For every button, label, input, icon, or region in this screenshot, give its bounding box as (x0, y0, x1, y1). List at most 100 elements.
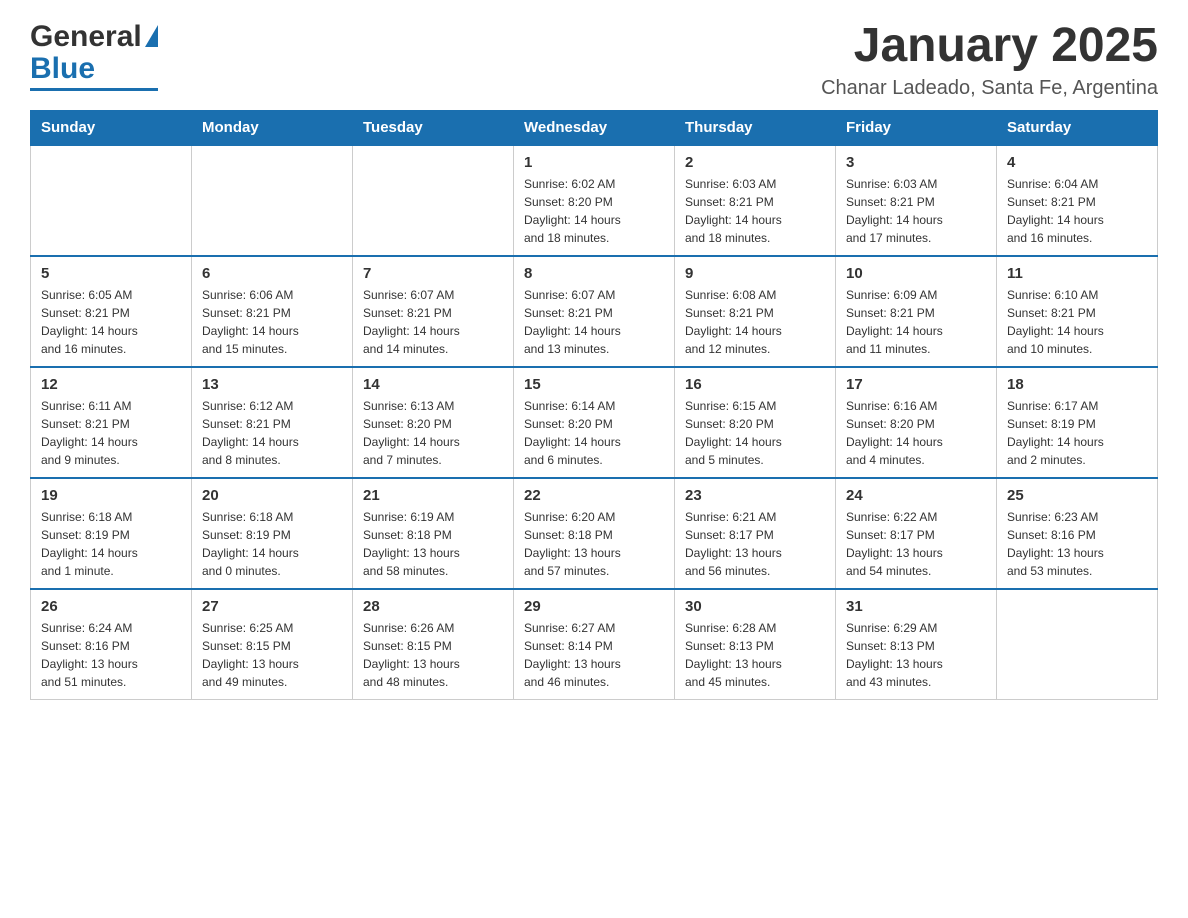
day-info: Sunrise: 6:27 AMSunset: 8:14 PMDaylight:… (524, 619, 664, 691)
calendar-cell: 29 Sunrise: 6:27 AMSunset: 8:14 PMDayligh… (514, 589, 675, 700)
day-number: 16 (685, 376, 825, 393)
calendar-header-row: SundayMondayTuesdayWednesdayThursdayFrid… (31, 110, 1158, 145)
col-header-friday: Friday (836, 110, 997, 145)
logo-graphic: General Blue (30, 20, 158, 91)
calendar-table: SundayMondayTuesdayWednesdayThursdayFrid… (30, 110, 1158, 700)
day-info: Sunrise: 6:19 AMSunset: 8:18 PMDaylight:… (363, 508, 503, 580)
day-info: Sunrise: 6:06 AMSunset: 8:21 PMDaylight:… (202, 286, 342, 358)
col-header-thursday: Thursday (675, 110, 836, 145)
day-info: Sunrise: 6:07 AMSunset: 8:21 PMDaylight:… (363, 286, 503, 358)
page-header: General Blue January 2025 Chanar Ladeado… (30, 20, 1158, 100)
calendar-cell (192, 145, 353, 256)
calendar-cell: 3Sunrise: 6:03 AMSunset: 8:21 PMDaylight… (836, 145, 997, 256)
day-info: Sunrise: 6:24 AMSunset: 8:16 PMDaylight:… (41, 619, 181, 691)
calendar-cell: 24Sunrise: 6:22 AMSunset: 8:17 PMDayligh… (836, 478, 997, 589)
day-number: 18 (1007, 376, 1147, 393)
calendar-cell: 25 Sunrise: 6:23 AMSunset: 8:16 PMDayligh… (997, 478, 1158, 589)
calendar-cell: 12 Sunrise: 6:11 AMSunset: 8:21 PMDayligh… (31, 367, 192, 478)
day-number: 28 (363, 598, 503, 615)
calendar-cell: 18 Sunrise: 6:17 AMSunset: 8:19 PMDayligh… (997, 367, 1158, 478)
day-info: Sunrise: 6:08 AMSunset: 8:21 PMDaylight:… (685, 286, 825, 358)
calendar-cell: 16 Sunrise: 6:15 AMSunset: 8:20 PMDayligh… (675, 367, 836, 478)
logo: General Blue (30, 20, 158, 91)
day-info: Sunrise: 6:15 AMSunset: 8:20 PMDaylight:… (685, 397, 825, 469)
calendar-cell: 2Sunrise: 6:03 AMSunset: 8:21 PMDaylight… (675, 145, 836, 256)
calendar-cell: 20Sunrise: 6:18 AMSunset: 8:19 PMDayligh… (192, 478, 353, 589)
logo-underline (30, 88, 158, 91)
day-info: Sunrise: 6:10 AMSunset: 8:21 PMDaylight:… (1007, 286, 1147, 358)
calendar-week-3: 12 Sunrise: 6:11 AMSunset: 8:21 PMDayligh… (31, 367, 1158, 478)
day-number: 14 (363, 376, 503, 393)
calendar-cell: 7 Sunrise: 6:07 AMSunset: 8:21 PMDaylight… (353, 256, 514, 367)
day-number: 7 (363, 265, 503, 282)
calendar-cell (997, 589, 1158, 700)
day-info: Sunrise: 6:13 AMSunset: 8:20 PMDaylight:… (363, 397, 503, 469)
day-number: 6 (202, 265, 342, 282)
calendar-cell: 11Sunrise: 6:10 AMSunset: 8:21 PMDayligh… (997, 256, 1158, 367)
calendar-cell: 30 Sunrise: 6:28 AMSunset: 8:13 PMDayligh… (675, 589, 836, 700)
day-number: 13 (202, 376, 342, 393)
day-info: Sunrise: 6:17 AMSunset: 8:19 PMDaylight:… (1007, 397, 1147, 469)
day-number: 25 (1007, 487, 1147, 504)
calendar-cell: 19 Sunrise: 6:18 AMSunset: 8:19 PMDayligh… (31, 478, 192, 589)
day-info: Sunrise: 6:29 AMSunset: 8:13 PMDaylight:… (846, 619, 986, 691)
day-number: 24 (846, 487, 986, 504)
day-info: Sunrise: 6:23 AMSunset: 8:16 PMDaylight:… (1007, 508, 1147, 580)
day-number: 9 (685, 265, 825, 282)
col-header-wednesday: Wednesday (514, 110, 675, 145)
day-info: Sunrise: 6:12 AMSunset: 8:21 PMDaylight:… (202, 397, 342, 469)
calendar-cell: 6 Sunrise: 6:06 AMSunset: 8:21 PMDaylight… (192, 256, 353, 367)
day-info: Sunrise: 6:11 AMSunset: 8:21 PMDaylight:… (41, 397, 181, 469)
logo-general-text: General (30, 20, 142, 54)
calendar-cell: 14 Sunrise: 6:13 AMSunset: 8:20 PMDayligh… (353, 367, 514, 478)
day-info: Sunrise: 6:20 AMSunset: 8:18 PMDaylight:… (524, 508, 664, 580)
day-info: Sunrise: 6:03 AMSunset: 8:21 PMDaylight:… (685, 175, 825, 247)
day-number: 19 (41, 487, 181, 504)
day-number: 12 (41, 376, 181, 393)
day-info: Sunrise: 6:28 AMSunset: 8:13 PMDaylight:… (685, 619, 825, 691)
col-header-monday: Monday (192, 110, 353, 145)
day-number: 22 (524, 487, 664, 504)
day-info: Sunrise: 6:18 AMSunset: 8:19 PMDaylight:… (41, 508, 181, 580)
calendar-cell: 31 Sunrise: 6:29 AMSunset: 8:13 PMDayligh… (836, 589, 997, 700)
calendar-cell: 4Sunrise: 6:04 AMSunset: 8:21 PMDaylight… (997, 145, 1158, 256)
calendar-cell: 13 Sunrise: 6:12 AMSunset: 8:21 PMDayligh… (192, 367, 353, 478)
day-info: Sunrise: 6:09 AMSunset: 8:21 PMDaylight:… (846, 286, 986, 358)
day-info: Sunrise: 6:03 AMSunset: 8:21 PMDaylight:… (846, 175, 986, 247)
day-number: 10 (846, 265, 986, 282)
day-info: Sunrise: 6:21 AMSunset: 8:17 PMDaylight:… (685, 508, 825, 580)
day-info: Sunrise: 6:16 AMSunset: 8:20 PMDaylight:… (846, 397, 986, 469)
calendar-week-4: 19 Sunrise: 6:18 AMSunset: 8:19 PMDayligh… (31, 478, 1158, 589)
calendar-cell: 26 Sunrise: 6:24 AMSunset: 8:16 PMDayligh… (31, 589, 192, 700)
day-number: 27 (202, 598, 342, 615)
day-number: 15 (524, 376, 664, 393)
day-number: 29 (524, 598, 664, 615)
day-info: Sunrise: 6:04 AMSunset: 8:21 PMDaylight:… (1007, 175, 1147, 247)
calendar-cell: 28 Sunrise: 6:26 AMSunset: 8:15 PMDayligh… (353, 589, 514, 700)
day-number: 5 (41, 265, 181, 282)
calendar-cell: 1Sunrise: 6:02 AMSunset: 8:20 PMDaylight… (514, 145, 675, 256)
day-info: Sunrise: 6:18 AMSunset: 8:19 PMDaylight:… (202, 508, 342, 580)
day-info: Sunrise: 6:02 AMSunset: 8:20 PMDaylight:… (524, 175, 664, 247)
calendar-cell: 23 Sunrise: 6:21 AMSunset: 8:17 PMDayligh… (675, 478, 836, 589)
col-header-tuesday: Tuesday (353, 110, 514, 145)
day-number: 21 (363, 487, 503, 504)
calendar-week-2: 5Sunrise: 6:05 AMSunset: 8:21 PMDaylight… (31, 256, 1158, 367)
calendar-cell: 9 Sunrise: 6:08 AMSunset: 8:21 PMDaylight… (675, 256, 836, 367)
logo-blue-text: Blue (30, 52, 95, 86)
day-number: 23 (685, 487, 825, 504)
calendar-cell: 22 Sunrise: 6:20 AMSunset: 8:18 PMDayligh… (514, 478, 675, 589)
day-info: Sunrise: 6:26 AMSunset: 8:15 PMDaylight:… (363, 619, 503, 691)
day-number: 30 (685, 598, 825, 615)
calendar-cell: 5Sunrise: 6:05 AMSunset: 8:21 PMDaylight… (31, 256, 192, 367)
day-number: 17 (846, 376, 986, 393)
col-header-sunday: Sunday (31, 110, 192, 145)
day-info: Sunrise: 6:25 AMSunset: 8:15 PMDaylight:… (202, 619, 342, 691)
day-info: Sunrise: 6:14 AMSunset: 8:20 PMDaylight:… (524, 397, 664, 469)
calendar-cell (353, 145, 514, 256)
calendar-week-5: 26 Sunrise: 6:24 AMSunset: 8:16 PMDayligh… (31, 589, 1158, 700)
calendar-cell: 21 Sunrise: 6:19 AMSunset: 8:18 PMDayligh… (353, 478, 514, 589)
day-number: 26 (41, 598, 181, 615)
day-number: 31 (846, 598, 986, 615)
day-info: Sunrise: 6:07 AMSunset: 8:21 PMDaylight:… (524, 286, 664, 358)
